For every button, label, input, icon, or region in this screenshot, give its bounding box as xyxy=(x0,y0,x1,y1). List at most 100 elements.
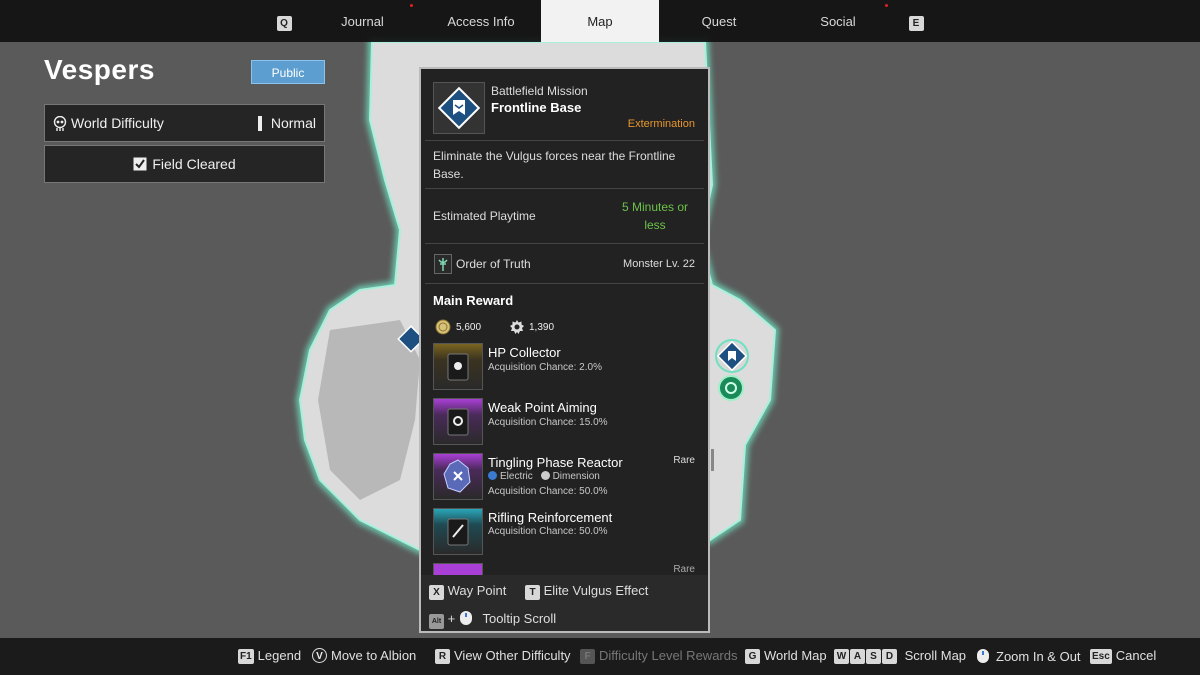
key-w: W xyxy=(834,649,849,664)
key-t: T xyxy=(525,585,540,600)
tab-next-key[interactable]: E xyxy=(902,0,930,42)
reward-item-icon[interactable] xyxy=(433,343,483,390)
cancel-hint[interactable]: Esc Cancel xyxy=(1090,648,1156,664)
mission-description: Eliminate the Vulgus forces near the Fro… xyxy=(433,149,676,181)
tooltip-scroll-hint[interactable]: Alt + Tooltip Scroll xyxy=(429,610,556,629)
elite-vulgus-hint[interactable]: T Elite Vulgus Effect xyxy=(525,583,648,600)
main-reward-title: Main Reward xyxy=(433,293,514,308)
view-other-difficulty-hint[interactable]: R View Other Difficulty xyxy=(435,648,571,664)
move-to-albion-label: Move to Albion xyxy=(331,648,417,663)
key-esc: Esc xyxy=(1090,649,1112,664)
key-v: V xyxy=(312,648,327,663)
checkbox-icon xyxy=(133,157,147,171)
divider xyxy=(425,140,704,141)
key-f: F xyxy=(580,649,595,664)
order-of-truth-icon xyxy=(434,254,452,274)
skull-icon xyxy=(53,116,67,131)
tooltip-scrollbar[interactable] xyxy=(711,449,714,471)
key-a: A xyxy=(850,649,865,664)
reward-chance: Acquisition Chance: 50.0% xyxy=(488,486,608,497)
field-cleared-row: Field Cleared xyxy=(44,145,325,183)
waypoint-marker-icon[interactable] xyxy=(718,375,744,401)
public-badge[interactable]: Public xyxy=(251,60,325,84)
waypoint-label: Way Point xyxy=(447,583,507,598)
move-to-albion-hint[interactable]: V Move to Albion xyxy=(312,648,416,663)
reward-attributes: Electric Dimension xyxy=(488,471,600,482)
region-name: Vespers xyxy=(44,54,155,85)
attribute-electric: Electric xyxy=(500,471,533,482)
tooltip-scroll-label: Tooltip Scroll xyxy=(482,611,557,626)
tab-map[interactable]: Map xyxy=(541,0,659,42)
key-alt: Alt xyxy=(429,614,444,629)
reward-item-icon[interactable] xyxy=(433,398,483,445)
scroll-map-label: Scroll Map xyxy=(904,648,967,663)
tab-quest[interactable]: Quest xyxy=(660,0,778,42)
zoom-label: Zoom In & Out xyxy=(996,649,1081,664)
exp-gear-icon xyxy=(510,320,524,334)
divider xyxy=(425,188,704,189)
key-g: G xyxy=(745,649,760,664)
dimension-icon xyxy=(540,471,550,480)
tab-social[interactable]: Social xyxy=(779,0,897,42)
playtime-label: Estimated Playtime xyxy=(433,209,536,223)
divider xyxy=(425,243,704,244)
reward-item-icon[interactable] xyxy=(433,563,483,575)
key-f1: F1 xyxy=(238,649,254,664)
module-icon xyxy=(447,518,469,546)
module-icon xyxy=(447,353,469,381)
notification-dot xyxy=(410,4,413,7)
top-nav-bar: Q Journal Access Info Map Quest Social E xyxy=(0,0,1200,42)
elite-vulgus-label: Elite Vulgus Effect xyxy=(543,583,649,598)
reward-item-icon[interactable] xyxy=(433,508,483,555)
view-other-difficulty-label: View Other Difficulty xyxy=(454,648,571,663)
mission-icon-frame xyxy=(433,82,485,134)
mission-marker-icon[interactable] xyxy=(715,339,749,373)
reward-chance: Acquisition Chance: 50.0% xyxy=(488,526,608,537)
world-map-label: World Map xyxy=(764,648,827,663)
mission-name: Frontline Base xyxy=(491,100,582,115)
reward-name: Rifling Reinforcement xyxy=(488,510,613,525)
waypoint-hint[interactable]: X Way Point xyxy=(429,583,506,600)
difficulty-level-bar xyxy=(258,116,262,131)
reward-item-icon[interactable] xyxy=(433,453,483,500)
playtime-value: 5 Minutes or less xyxy=(621,200,689,232)
gold-coin-icon xyxy=(435,319,451,335)
key-r: R xyxy=(435,649,450,664)
key-x: X xyxy=(429,585,444,600)
gold-amount: 5,600 xyxy=(456,322,482,333)
difficulty-rewards-label: Difficulty Level Rewards xyxy=(599,648,738,663)
divider xyxy=(425,283,704,284)
zoom-hint[interactable]: Zoom In & Out xyxy=(976,648,1081,664)
exp-amount: 1,390 xyxy=(529,322,555,333)
mission-tooltip[interactable]: Battlefield Mission Frontline Base Exter… xyxy=(419,67,714,633)
mouse-icon xyxy=(459,611,472,625)
rarity-tag: Rare xyxy=(673,455,695,466)
module-icon xyxy=(447,408,469,436)
tab-journal[interactable]: Journal xyxy=(305,0,420,42)
mission-flag-icon xyxy=(437,86,481,130)
reward-name: HP Collector xyxy=(488,345,561,360)
difficulty-rewards-hint: F Difficulty Level Rewards xyxy=(580,648,737,664)
attribute-dimension: Dimension xyxy=(552,471,600,482)
mission-type: Battlefield Mission xyxy=(491,84,588,98)
monster-level: Monster Lv. 22 xyxy=(623,258,695,270)
key-d: D xyxy=(882,649,897,664)
plus-sign: + xyxy=(447,611,456,626)
reactor-icon xyxy=(443,459,471,493)
tab-access-info[interactable]: Access Info xyxy=(422,0,540,42)
scroll-map-hint[interactable]: WASD Scroll Map xyxy=(834,648,966,664)
mission-category: Extermination xyxy=(627,118,695,130)
key-s: S xyxy=(866,649,881,664)
notification-dot xyxy=(885,4,888,7)
reward-chance: Acquisition Chance: 2.0% xyxy=(488,362,602,373)
world-difficulty-value: Normal xyxy=(270,115,316,131)
tab-prev-key[interactable]: Q xyxy=(270,0,298,42)
electric-icon xyxy=(488,471,497,480)
rarity-tag: Rare xyxy=(673,564,695,572)
world-difficulty-label: World Difficulty xyxy=(71,115,164,131)
cancel-label: Cancel xyxy=(1115,648,1157,663)
world-map-hint[interactable]: G World Map xyxy=(745,648,827,664)
legend-hint[interactable]: F1 Legend xyxy=(238,648,301,664)
faction-name: Order of Truth xyxy=(456,257,531,271)
world-difficulty-row[interactable]: World Difficulty Normal xyxy=(44,104,325,142)
